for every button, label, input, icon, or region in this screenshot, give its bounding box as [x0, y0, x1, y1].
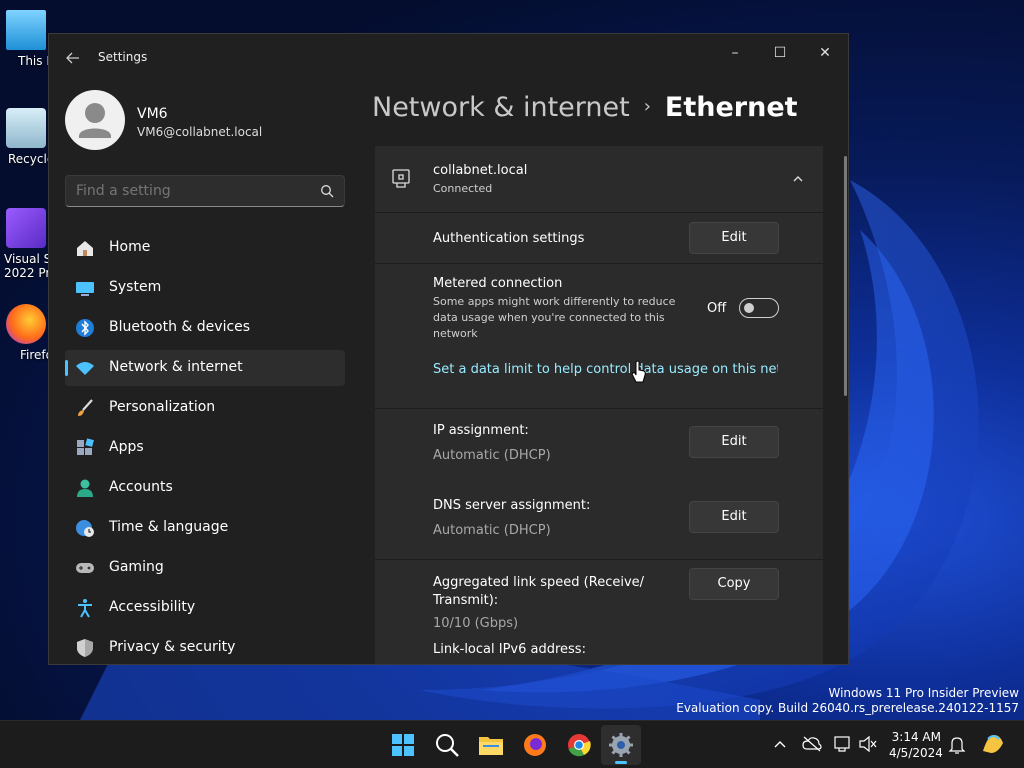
bluetooth-icon	[76, 319, 94, 337]
brush-icon	[78, 399, 93, 416]
sidebar-item-personalization[interactable]: Personalization	[65, 390, 345, 426]
page-title: Ethernet	[664, 92, 798, 123]
sidebar-item-time-language[interactable]: Time & language	[65, 510, 345, 546]
back-button[interactable]	[61, 46, 85, 70]
clock-time[interactable]: 3:14 AM	[889, 730, 941, 744]
sidebar-item-home[interactable]: Home	[65, 230, 345, 266]
link-speed-label: Aggregated link speed (Receive/ Transmit…	[433, 575, 645, 608]
content-pane: collabnet.local Connected Authentication…	[375, 146, 823, 664]
ip-assignment-value: Automatic (DHCP)	[433, 448, 551, 463]
auth-edit-button[interactable]: Edit	[689, 222, 779, 254]
scrollbar[interactable]	[844, 156, 847, 396]
recycle-bin-icon	[6, 108, 46, 148]
network-status: Connected	[433, 182, 493, 195]
toggle-knob	[744, 303, 754, 313]
clock-date[interactable]: 4/5/2024	[889, 746, 943, 760]
person-silhouette-icon	[79, 103, 111, 138]
ethernet-icon	[392, 169, 410, 188]
sidebar-item-privacy-security[interactable]: Privacy & security	[65, 630, 345, 664]
chrome-icon[interactable]	[565, 731, 593, 759]
ip-assignment-label: IP assignment:	[433, 423, 529, 438]
chevron-up-icon[interactable]	[792, 173, 804, 185]
monitor-icon	[6, 10, 46, 50]
person-icon	[77, 479, 93, 497]
running-indicator	[615, 761, 627, 764]
sidebar-item-accessibility[interactable]: Accessibility	[65, 590, 345, 626]
sidebar-item-system[interactable]: System	[65, 270, 345, 306]
dns-edit-button[interactable]: Edit	[689, 501, 779, 533]
toggle-state-label: Off	[707, 301, 727, 316]
home-icon	[77, 241, 93, 256]
desktop-icon-recycle-bin[interactable]: Recycle	[0, 108, 54, 166]
breadcrumb-separator: ›	[643, 96, 651, 117]
sidebar-item-bluetooth[interactable]: Bluetooth & devices	[65, 310, 345, 346]
profile-name: VM6	[137, 106, 168, 122]
settings-taskbar-button[interactable]	[601, 725, 641, 765]
copy-button[interactable]: Copy	[689, 568, 779, 600]
taskbar: 3:14 AM 4/5/2024	[0, 720, 1024, 768]
link-speed-value: 10/10 (Gbps)	[433, 616, 519, 631]
ip-dns-card: IP assignment: Automatic (DHCP) Edit DNS…	[375, 409, 823, 559]
auth-settings-row: Authentication settings Edit	[375, 213, 823, 263]
app-title: Settings	[98, 50, 148, 64]
accessibility-icon	[78, 599, 92, 618]
sidebar-item-apps[interactable]: Apps	[65, 430, 345, 466]
desktop-icon-firefox[interactable]: Firefo	[0, 304, 53, 362]
ipv6-label: Link-local IPv6 address:	[433, 642, 586, 657]
search-input[interactable]	[76, 183, 306, 199]
windows-start-icon[interactable]	[389, 731, 417, 759]
volume-mute-icon[interactable]	[858, 735, 878, 753]
search-icon[interactable]	[320, 184, 334, 198]
notification-bell-icon[interactable]	[948, 735, 966, 755]
gamepad-icon	[76, 563, 94, 573]
desktop-icon-this-pc[interactable]: This P	[0, 10, 54, 68]
sidebar-item-gaming[interactable]: Gaming	[65, 550, 345, 586]
metered-connection-row: Metered connection Some apps might work …	[375, 264, 823, 408]
network-name: collabnet.local	[433, 163, 528, 178]
metered-description: Some apps might work differently to redu…	[433, 295, 676, 340]
search-icon[interactable]	[433, 731, 461, 759]
visual-studio-icon	[6, 208, 46, 248]
cloud-off-icon[interactable]	[802, 735, 822, 753]
hand-cursor-icon	[631, 360, 646, 383]
data-limit-link[interactable]: Set a data limit to help control data us…	[433, 362, 778, 377]
globe-clock-icon	[76, 520, 94, 537]
network-header-card[interactable]: collabnet.local Connected	[375, 146, 823, 212]
dns-assignment-label: DNS server assignment:	[433, 498, 591, 513]
desktop-icon-visual-studio[interactable]: Visual St 2022 Pre	[0, 208, 57, 280]
sidebar-item-accounts[interactable]: Accounts	[65, 470, 345, 506]
file-explorer-icon[interactable]	[477, 731, 505, 759]
settings-window: Settings – ☐ ✕ VM6 VM6@collabnet.local H…	[48, 33, 849, 665]
close-button[interactable]: ✕	[802, 38, 848, 68]
breadcrumb-parent[interactable]: Network & internet	[372, 92, 630, 123]
firefox-icon[interactable]	[521, 731, 549, 759]
copilot-icon[interactable]	[980, 731, 1006, 757]
wifi-icon	[76, 362, 94, 375]
dns-assignment-value: Automatic (DHCP)	[433, 523, 551, 538]
apps-icon	[77, 438, 94, 455]
properties-card: Aggregated link speed (Receive/ Transmit…	[375, 560, 823, 664]
minimize-button[interactable]: –	[712, 38, 758, 68]
breadcrumb: Network & internet › Ethernet	[372, 92, 798, 123]
sidebar-item-network[interactable]: Network & internet	[65, 350, 345, 386]
search-box[interactable]	[65, 175, 345, 207]
title-bar[interactable]: Settings – ☐ ✕	[49, 34, 848, 82]
evaluation-watermark: Windows 11 Pro Insider Preview Evaluatio…	[676, 686, 1019, 715]
chevron-up-icon[interactable]	[774, 739, 786, 749]
avatar[interactable]	[65, 90, 125, 150]
profile-email: VM6@collabnet.local	[137, 125, 263, 139]
metered-toggle[interactable]	[739, 298, 779, 318]
network-icon[interactable]	[834, 735, 854, 753]
settings-gear-icon	[609, 733, 633, 757]
ip-edit-button[interactable]: Edit	[689, 426, 779, 458]
back-arrow-icon	[66, 52, 79, 64]
system-icon	[76, 282, 94, 296]
firefox-icon	[6, 304, 46, 344]
maximize-button[interactable]: ☐	[757, 38, 803, 68]
shield-icon	[77, 639, 93, 657]
selection-indicator	[65, 360, 68, 376]
